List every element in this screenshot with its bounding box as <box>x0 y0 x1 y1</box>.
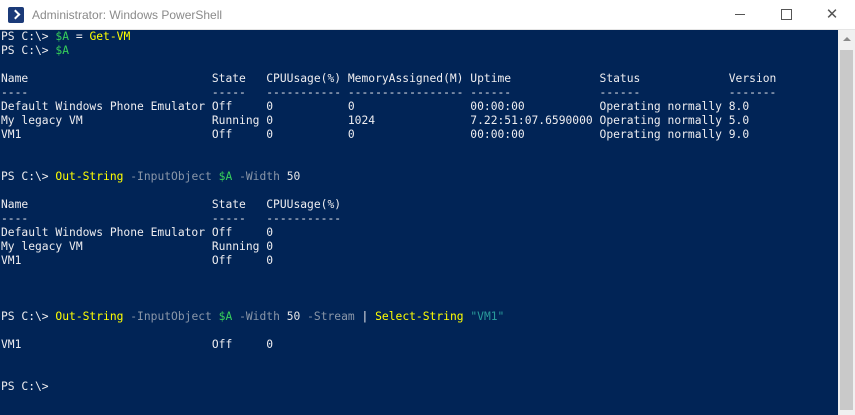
table-header: Name State CPUUsage(%) MemoryAssigned(M)… <box>1 72 777 85</box>
close-button[interactable]: ✕ <box>809 0 855 29</box>
close-icon: ✕ <box>825 5 839 23</box>
minimize-button[interactable] <box>717 0 763 29</box>
command-line: PS C:\> $A = Get-VM <box>1 30 838 44</box>
string-literal: "VM1" <box>463 310 505 323</box>
minimize-icon <box>735 14 745 15</box>
prompt: PS C:\> <box>1 44 56 57</box>
cmdlet: Select-String <box>375 310 464 323</box>
title-bar[interactable]: Administrator: Windows PowerShell ✕ <box>0 0 855 30</box>
parameter: -InputObject <box>123 310 219 323</box>
console-output[interactable]: PS C:\> $A = Get-VM PS C:\> $A Name Stat… <box>0 30 838 415</box>
table-header: Name State CPUUsage(%) <box>1 198 342 211</box>
parameter: -Width <box>232 310 287 323</box>
result-line: VM1 Off 0 <box>1 338 274 351</box>
variable: $A <box>218 310 233 323</box>
maximize-button[interactable] <box>763 0 809 29</box>
number-literal: 50 <box>286 170 301 183</box>
command-line: PS C:\> Out-String -InputObject $A -Widt… <box>1 310 838 324</box>
parameter: -InputObject <box>123 170 219 183</box>
operator: = <box>69 30 90 43</box>
command-line: PS C:\> $A <box>1 44 838 58</box>
table-separator: ---- ----- ----------- <box>1 212 342 225</box>
pipe-operator: | <box>361 310 376 323</box>
scroll-thumb[interactable] <box>840 50 853 410</box>
maximize-icon <box>780 9 792 20</box>
powershell-icon[interactable] <box>8 6 24 23</box>
cmdlet: Get-VM <box>89 30 131 43</box>
window-title: Administrator: Windows PowerShell <box>32 7 223 22</box>
cmdlet: Out-String <box>55 170 124 183</box>
table-row: Default Windows Phone Emulator Off 0 0 0… <box>1 100 750 113</box>
prompt: PS C:\> <box>1 310 56 323</box>
table-row: VM1 Off 0 0 00:00:00 Operating normally … <box>1 128 750 141</box>
prompt: PS C:\> <box>1 30 56 43</box>
command-line: PS C:\> Out-String -InputObject $A -Widt… <box>1 170 838 184</box>
command-prompt[interactable]: PS C:\> <box>1 380 838 394</box>
parameter: -Stream <box>300 310 362 323</box>
table-row: VM1 Off 0 <box>1 254 274 267</box>
number-literal: 50 <box>286 310 301 323</box>
parameter: -Width <box>232 170 287 183</box>
variable: $A <box>218 170 233 183</box>
variable: $A <box>55 44 70 57</box>
table-row: Default Windows Phone Emulator Off 0 <box>1 226 274 239</box>
scroll-up-arrow-icon[interactable] <box>838 30 855 47</box>
prompt: PS C:\> <box>1 170 56 183</box>
table-separator: ---- ----- ----------- -----------------… <box>1 86 777 99</box>
table-row: My legacy VM Running 0 <box>1 240 274 253</box>
variable: $A <box>55 30 70 43</box>
vertical-scrollbar[interactable] <box>838 30 855 415</box>
window-controls: ✕ <box>717 0 855 29</box>
table-row: My legacy VM Running 0 1024 7.22:51:07.6… <box>1 114 750 127</box>
powershell-window: Administrator: Windows PowerShell ✕ PS C… <box>0 0 855 415</box>
cmdlet: Out-String <box>55 310 124 323</box>
